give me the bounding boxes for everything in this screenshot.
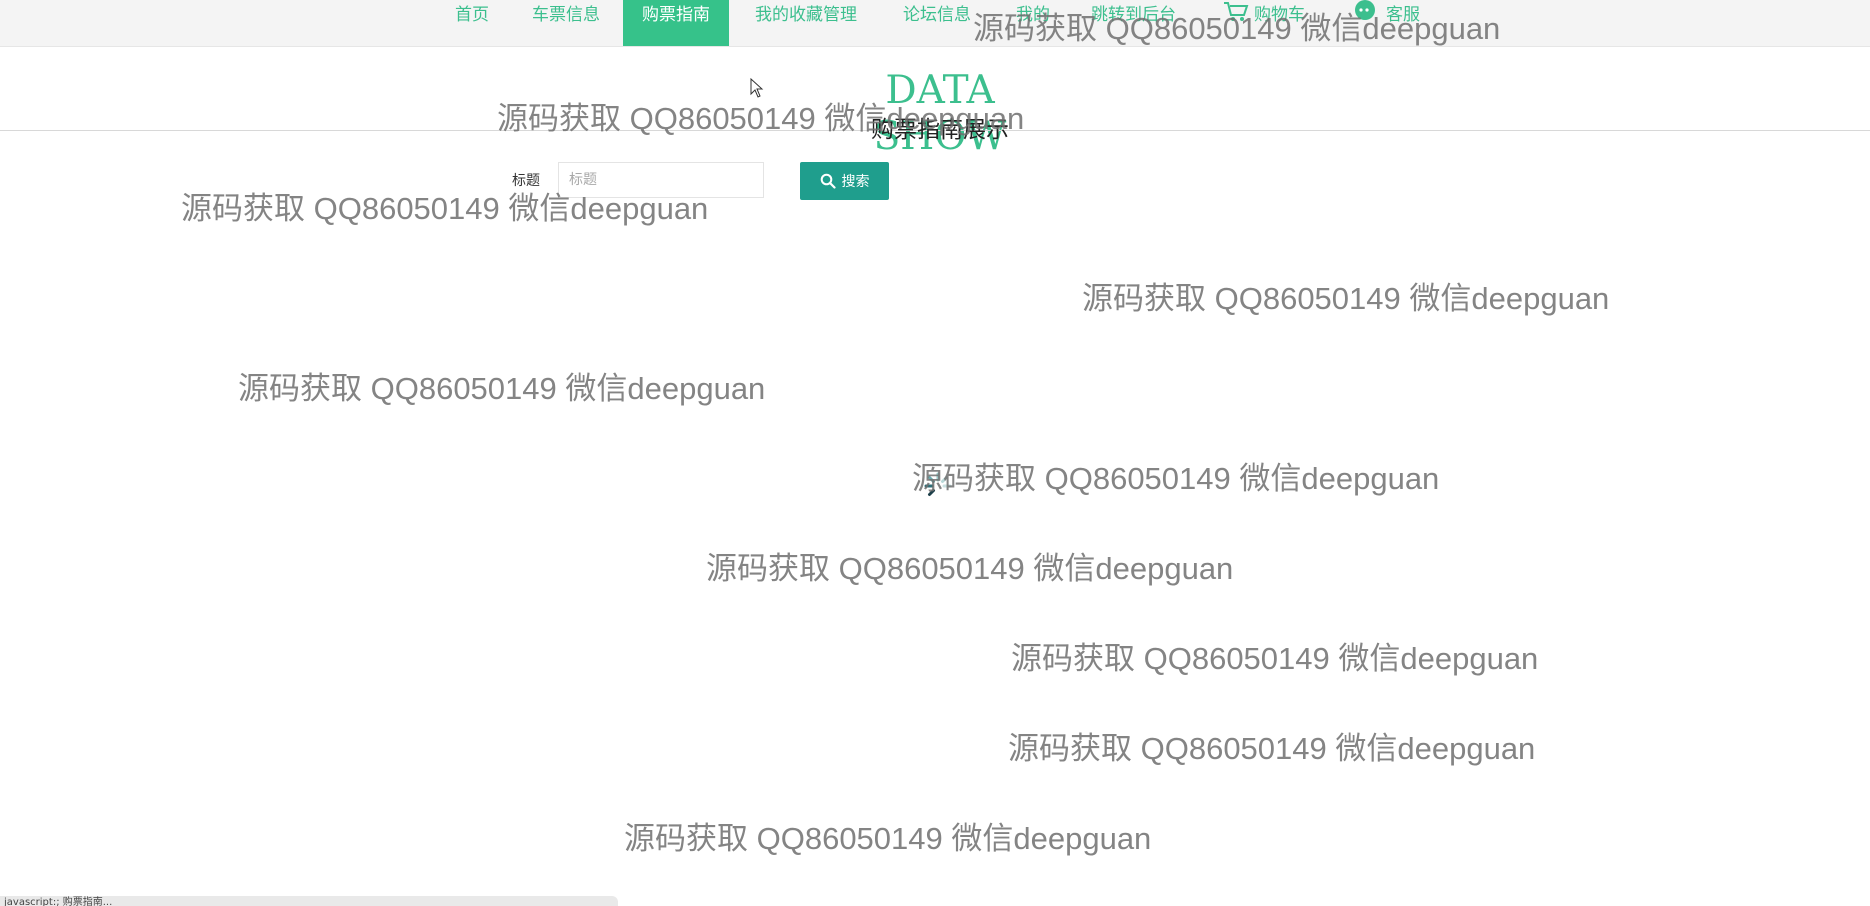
search-label: 标题 xyxy=(512,173,540,189)
watermark-text: 源码获取 QQ86050149 微信deepguan xyxy=(1008,731,1536,766)
search-icon xyxy=(820,173,836,189)
nav-item-service[interactable]: 客服 xyxy=(1386,0,1420,46)
status-url: javascript:; 购票指南... xyxy=(4,897,113,906)
chat-icon[interactable] xyxy=(1351,0,1379,22)
watermark-text: 源码获取 QQ86050149 微信deepguan xyxy=(1011,641,1539,676)
nav-item-admin[interactable]: 跳转到后台 xyxy=(1091,0,1176,46)
nav-item-mine[interactable]: 我的 xyxy=(1016,0,1050,46)
watermark-text: 源码获取 QQ86050149 微信deepguan xyxy=(238,371,766,406)
cart-icon[interactable] xyxy=(1222,0,1250,22)
mouse-cursor-icon xyxy=(750,78,764,98)
nav-item-cart[interactable]: 购物车 xyxy=(1254,0,1305,46)
watermark-text: 源码获取 QQ86050149 微信deepguan xyxy=(1082,281,1610,316)
search-button-label: 搜索 xyxy=(841,174,870,190)
top-nav: 首页 车票信息 购票指南 我的收藏管理 论坛信息 我的 跳转到后台 购物车 客服 xyxy=(0,0,1870,47)
search-button[interactable]: 搜索 xyxy=(800,162,889,200)
watermark-text: 源码获取 QQ86050149 微信deepguan xyxy=(624,821,1152,856)
nav-item-forum[interactable]: 论坛信息 xyxy=(903,0,971,46)
watermark-text: 源码获取 QQ86050149 微信deepguan xyxy=(706,551,1234,586)
nav-item-ticket-guide[interactable]: 购票指南 xyxy=(623,0,729,46)
title-search-input[interactable] xyxy=(558,162,764,198)
page-subtitle: 购票指南展示 xyxy=(871,117,1009,143)
nav-item-ticket-info[interactable]: 车票信息 xyxy=(532,0,600,46)
watermark-text: 源码获取 QQ86050149 微信deepguan xyxy=(912,461,1440,496)
browser-status-bar: javascript:; 购票指南... xyxy=(0,896,618,906)
loading-spinner-icon xyxy=(924,472,952,496)
nav-item-home[interactable]: 首页 xyxy=(455,0,489,46)
nav-item-favorites[interactable]: 我的收藏管理 xyxy=(755,0,857,46)
brand-title: DATA SHOW xyxy=(873,68,1007,159)
